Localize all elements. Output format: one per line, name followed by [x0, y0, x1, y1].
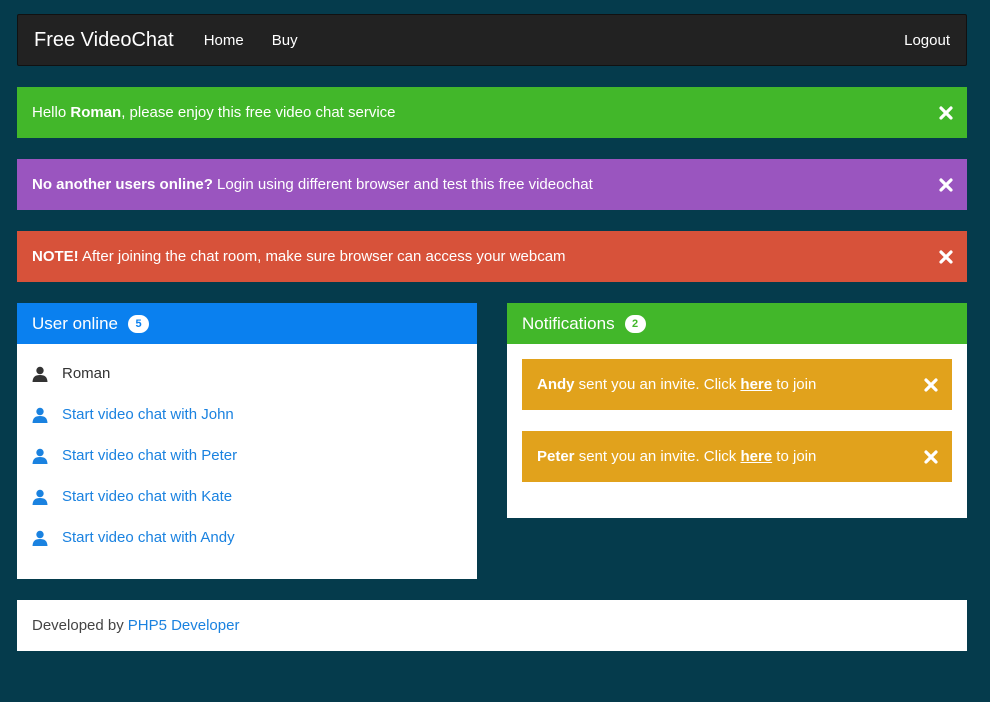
brand-link[interactable]: Free VideoChat	[18, 29, 174, 52]
notification-text: sent you an invite. Click	[574, 376, 741, 393]
developer-link[interactable]: PHP5 Developer	[128, 617, 240, 634]
note-strong: NOTE!	[32, 248, 79, 265]
welcome-username: Roman	[70, 104, 122, 121]
notification-item: Andy sent you an invite. Click here to j…	[522, 359, 952, 410]
welcome-suffix: , please enjoy this free video chat serv…	[121, 104, 396, 121]
note-text: After joining the chat room, make sure b…	[78, 248, 566, 265]
notification-sender: Peter	[537, 448, 575, 465]
chat-link-peter[interactable]: Start video chat with Peter	[62, 447, 237, 464]
close-icon[interactable]	[924, 449, 938, 464]
users-count-badge: 5	[128, 314, 149, 333]
welcome-alert: Hello Roman, please enjoy this free vide…	[17, 87, 967, 138]
info-alert: No another users online? Login using dif…	[17, 159, 967, 210]
join-link[interactable]: here	[740, 376, 772, 393]
footer: Developed by PHP5 Developer	[17, 600, 967, 651]
notifications-panel-header: Notifications 2	[507, 303, 967, 344]
close-icon[interactable]	[939, 249, 953, 264]
nav-buy[interactable]: Buy	[272, 32, 298, 49]
user-icon	[32, 489, 48, 505]
users-panel: User online 5 Roman Start video chat wit…	[17, 303, 477, 579]
notifications-panel: Notifications 2 Andy sent you an invite.…	[507, 303, 967, 518]
footer-text: Developed by	[32, 617, 124, 634]
user-icon	[32, 530, 48, 546]
users-panel-title: User online	[32, 313, 118, 333]
list-item: Start video chat with Peter	[32, 435, 462, 476]
logout-link[interactable]: Logout	[904, 32, 950, 49]
chat-link-andy[interactable]: Start video chat with Andy	[62, 529, 235, 546]
chat-link-kate[interactable]: Start video chat with Kate	[62, 488, 232, 505]
close-icon[interactable]	[939, 105, 953, 120]
user-icon	[32, 448, 48, 464]
users-panel-header: User online 5	[17, 303, 477, 344]
note-alert: NOTE! After joining the chat room, make …	[17, 231, 967, 282]
list-item: Start video chat with Kate	[32, 476, 462, 517]
notification-text: sent you an invite. Click	[574, 448, 741, 465]
join-link[interactable]: here	[740, 448, 772, 465]
info-text: Login using different browser and test t…	[212, 176, 593, 193]
current-user-name: Roman	[62, 365, 111, 382]
close-icon[interactable]	[924, 377, 938, 392]
user-list: Roman Start video chat with John Start v…	[17, 344, 477, 558]
info-strong: No another users online?	[32, 176, 213, 193]
user-icon	[32, 407, 48, 423]
user-icon	[32, 366, 48, 382]
list-item: Start video chat with John	[32, 394, 462, 435]
notifications-panel-title: Notifications	[522, 313, 615, 333]
notification-sender: Andy	[537, 376, 575, 393]
chat-link-john[interactable]: Start video chat with John	[62, 406, 234, 423]
nav-home[interactable]: Home	[204, 32, 244, 49]
notification-after: to join	[772, 376, 817, 393]
navbar: Free VideoChat Home Buy Logout	[17, 14, 967, 66]
notification-item: Peter sent you an invite. Click here to …	[522, 431, 952, 482]
notification-after: to join	[772, 448, 817, 465]
welcome-prefix: Hello	[32, 104, 71, 121]
notifications-count-badge: 2	[624, 314, 646, 333]
list-item: Roman	[32, 353, 462, 394]
list-item: Start video chat with Andy	[32, 517, 462, 558]
close-icon[interactable]	[939, 177, 953, 192]
